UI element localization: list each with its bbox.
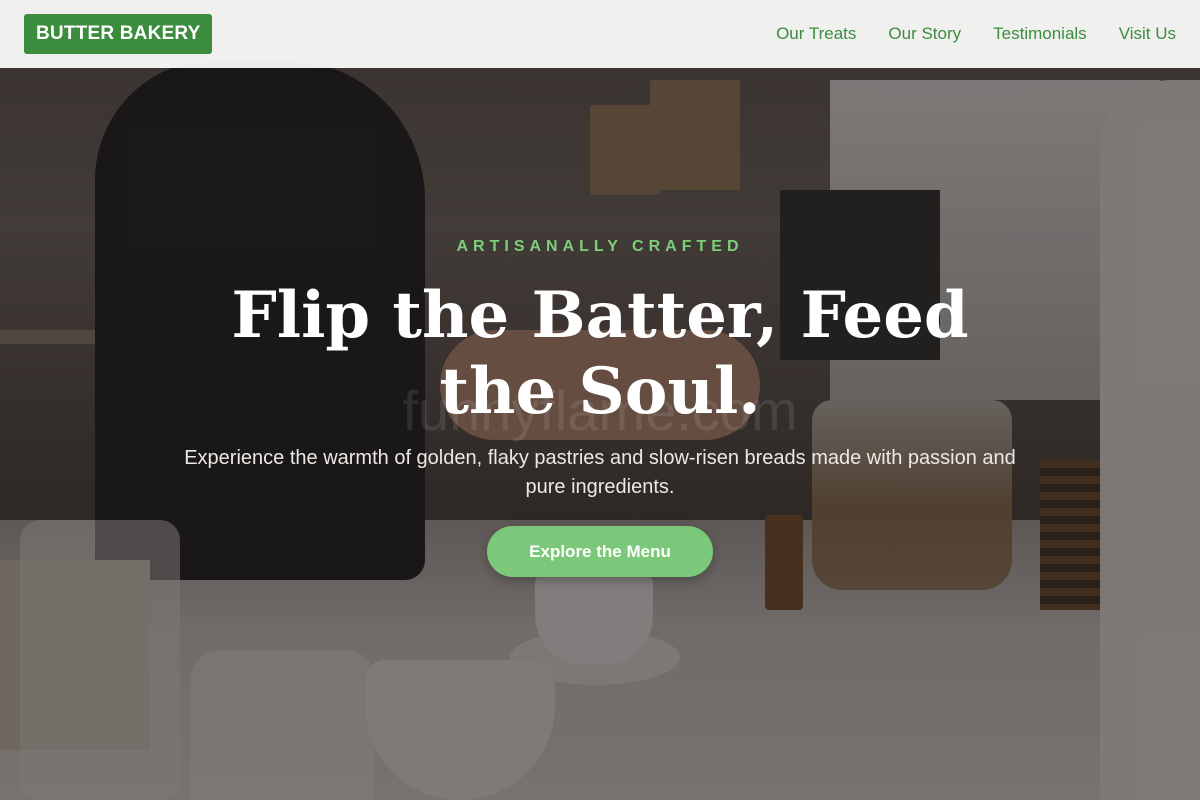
nav-link-visit-us[interactable]: Visit Us [1119,24,1176,44]
hero-section: ARTISANALLY CRAFTED funnyflame.com Flip … [0,0,1200,800]
hero-headline: Flip the Batter, Feed the Soul. [231,278,969,429]
nav-link-testimonials[interactable]: Testimonials [993,24,1087,44]
nav-link-our-treats[interactable]: Our Treats [776,24,856,44]
hero-eyebrow: ARTISANALLY CRAFTED [456,238,744,255]
brand-logo[interactable]: BUTTER BAKERY [24,14,213,54]
nav-links: Our Treats Our Story Testimonials Visit … [776,24,1176,44]
top-navbar: BUTTER BAKERY Our Treats Our Story Testi… [0,0,1200,68]
explore-menu-button[interactable]: Explore the Menu [487,526,713,577]
hero-subtext: Experience the warmth of golden, flaky p… [184,447,1016,498]
nav-link-our-story[interactable]: Our Story [888,24,961,44]
